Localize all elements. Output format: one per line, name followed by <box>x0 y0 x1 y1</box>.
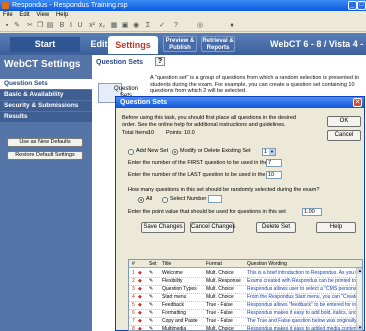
menu-file[interactable]: File <box>3 12 13 18</box>
sidebar-item-question-sets[interactable]: Question Sets <box>0 79 92 89</box>
chevron-down-icon: ▼ <box>269 149 275 155</box>
select-number-radio[interactable] <box>162 197 168 203</box>
delete-set-button[interactable]: Delete Set <box>256 222 296 233</box>
preview-icon[interactable]: ◎ <box>196 22 204 30</box>
total-items-label: Total Items: <box>122 130 151 136</box>
cell-wording: Respondus makes it easy to added media c… <box>247 326 357 331</box>
menu-bar: File Edit View Help <box>0 11 366 20</box>
col-set: Set <box>149 261 157 267</box>
window-titlebar: Respondus - Respondus Training.rsp _ □ <box>0 0 366 11</box>
subscript-icon[interactable]: x₂ <box>98 22 106 30</box>
menu-edit[interactable]: Edit <box>19 12 29 18</box>
last-question-input[interactable]: 10 <box>266 171 282 179</box>
personality-label: WebCT 6 - 8 / Vista 4 - 8 <box>270 39 366 49</box>
copy-icon[interactable]: ❐ <box>36 22 44 30</box>
save-icon[interactable]: ▪ <box>3 22 11 30</box>
all-radio[interactable] <box>138 197 144 203</box>
underline-icon[interactable]: U <box>76 22 84 30</box>
pen-icon[interactable]: ✎ <box>13 22 21 30</box>
cell-number: 8 <box>132 326 135 331</box>
modify-set-label: Modify or Delete Existing Set <box>180 148 251 154</box>
cell-format: Mult. Choice <box>206 326 234 331</box>
save-changes-button[interactable]: Save Changes <box>141 222 185 233</box>
window-title: Respondus - Respondus Training.rsp <box>12 2 128 9</box>
maximize-icon[interactable]: □ <box>357 1 366 10</box>
question-sets-dialog: Question Sets ✕ Before using this task, … <box>115 96 365 331</box>
cut-icon[interactable]: ✂ <box>26 22 34 30</box>
cancel-changes-button[interactable]: Cancel Changes <box>190 222 235 233</box>
point-value-input[interactable]: 1.00 <box>302 208 322 216</box>
ok-button[interactable]: OK <box>327 116 361 127</box>
edit-icon: ✎ <box>149 326 154 331</box>
table-header: # Set Title Format Question Wording <box>129 260 362 268</box>
cancel-button[interactable]: Cancel <box>327 130 361 141</box>
sidebar-title: WebCT Settings <box>4 59 81 70</box>
sidebar-item-basic-availability[interactable]: Basic & Availability <box>0 90 92 100</box>
table-icon[interactable]: ▦ <box>110 22 118 30</box>
total-items-value: 10 <box>148 130 155 136</box>
table-row[interactable]: ◆ ✎ 8 Multimedia Mult. Choice Respondus makes… <box>129 325 358 331</box>
modify-set-radio[interactable] <box>172 149 178 155</box>
content-heading: Question Sets <box>96 59 144 66</box>
scroll-down-icon[interactable]: ▼ <box>357 325 362 330</box>
random-select-label: How many questions in this set should be… <box>128 187 320 193</box>
dialog-intro: Before using this task, you should first… <box>122 115 296 128</box>
col-format: Format <box>206 261 222 267</box>
select-number-input[interactable] <box>208 195 222 203</box>
dialog-titlebar: Question Sets <box>116 97 364 108</box>
points-label: Points: <box>166 130 183 136</box>
point-value-label: Enter the point value that should be use… <box>128 209 286 215</box>
use-as-defaults-button[interactable]: Use as New Defaults <box>7 138 83 147</box>
sidebar-item-results[interactable]: Results <box>0 112 92 122</box>
menu-help[interactable]: Help <box>56 12 68 18</box>
all-label: All <box>146 196 153 202</box>
main-tab-strip: Start Edit Settings Preview & Publish Re… <box>0 33 366 55</box>
restore-defaults-button[interactable]: Restore Default Settings <box>7 151 83 160</box>
settings-nav: Question Sets Basic & Availability Secur… <box>0 79 92 123</box>
tab-retrieval-reports[interactable]: Retrieval & Reports <box>201 36 235 52</box>
dialog-close-icon[interactable]: ✕ <box>353 98 362 107</box>
sidebar-item-security-submissions[interactable]: Security & Submissions <box>0 101 92 111</box>
first-question-input[interactable]: 7 <box>266 159 282 167</box>
tab-settings[interactable]: Settings <box>108 36 158 54</box>
respondus-app-icon <box>2 2 9 9</box>
question-type-icon: ◆ <box>138 326 142 331</box>
help-button[interactable]: Help <box>316 222 356 233</box>
superscript-icon[interactable]: x² <box>88 22 96 30</box>
settings-sidebar: WebCT Settings Question Sets Basic & Ava… <box>0 55 92 331</box>
add-new-set-radio[interactable] <box>128 149 134 155</box>
minimize-icon[interactable]: _ <box>348 1 357 10</box>
toolbar: ▪ ✎ ✂ ❐ ▤ B I U x² x₂ ▦ ▣ ◉ Σ ✓ ? ◎ ♦ <box>0 20 366 32</box>
respondus-window: Respondus - Respondus Training.rsp _ □ F… <box>0 0 366 331</box>
cell-title: Multimedia <box>162 326 187 331</box>
col-number: # <box>132 261 135 267</box>
italic-icon[interactable]: I <box>67 22 75 30</box>
scroll-up-icon[interactable]: ▲ <box>357 268 362 274</box>
dialog-title: Question Sets <box>120 99 168 106</box>
tips-icon[interactable]: ♦ <box>228 22 236 30</box>
questions-table: # Set Title Format Question Wording ◆ ✎ 1 W… <box>128 259 363 331</box>
add-new-set-label: Add New Set <box>136 148 169 154</box>
existing-set-value: 1 <box>264 149 268 155</box>
last-question-label: Enter the number of the LAST question to… <box>128 172 275 178</box>
bold-icon[interactable]: B <box>58 22 66 30</box>
tab-preview-publish[interactable]: Preview & Publish <box>163 36 197 52</box>
existing-set-select[interactable]: 1 ▼ <box>262 148 276 156</box>
select-number-label: Select Number <box>170 196 207 202</box>
equation-icon[interactable]: Σ <box>144 22 152 30</box>
menu-view[interactable]: View <box>36 12 49 18</box>
media-icon[interactable]: ◉ <box>132 22 140 30</box>
points-value: 10.0 <box>184 130 195 136</box>
first-question-label: Enter the number of the FIRST question t… <box>128 160 277 166</box>
tab-start[interactable]: Start <box>10 37 80 52</box>
image-icon[interactable]: ▣ <box>121 22 129 30</box>
paste-icon[interactable]: ▤ <box>46 22 54 30</box>
content-help-button[interactable]: ? <box>155 57 165 66</box>
col-title: Title <box>162 261 172 267</box>
question-sets-description: A "question set" is a group of questions… <box>150 75 360 94</box>
table-scrollbar[interactable]: ▲ ▼ <box>356 268 362 330</box>
col-wording: Question Wording <box>247 261 287 267</box>
spellcheck-icon[interactable]: ✓ <box>158 22 166 30</box>
help-toolbar-icon[interactable]: ? <box>172 22 180 30</box>
